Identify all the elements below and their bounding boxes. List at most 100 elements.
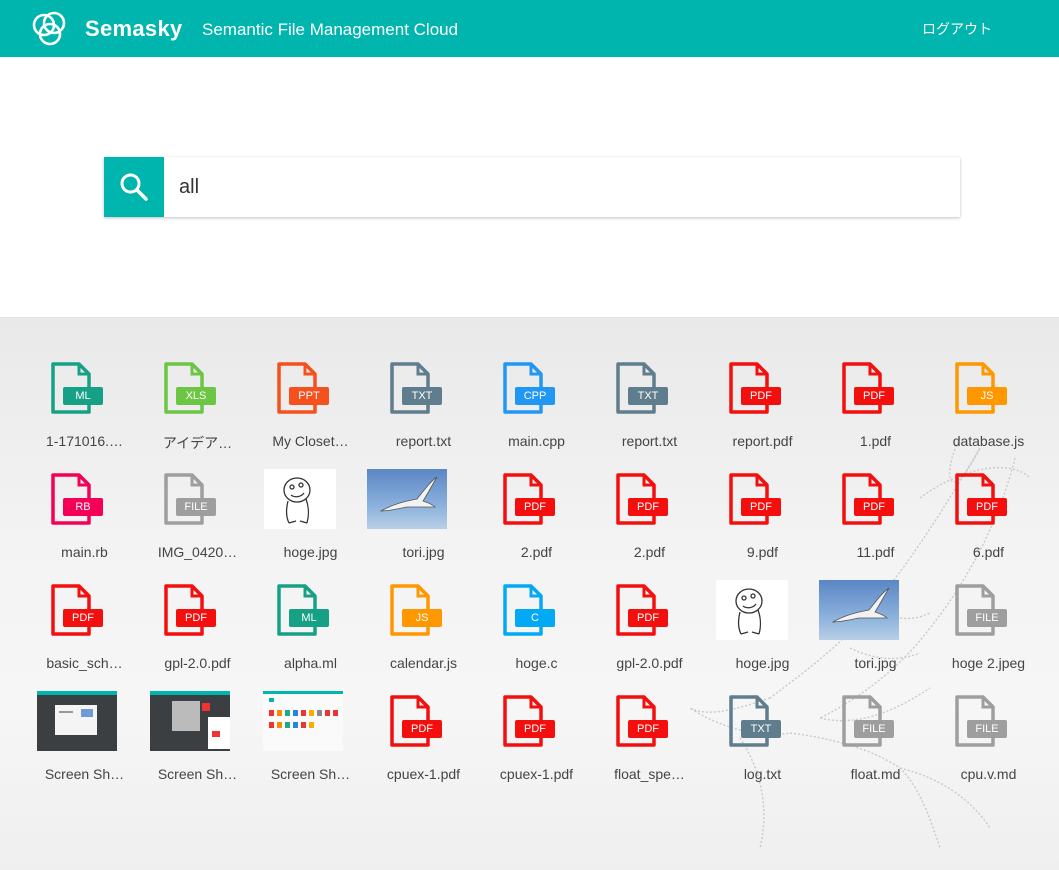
- file-icon: FILE: [932, 580, 1045, 652]
- file-item[interactable]: PDF gpl-2.0.pdf: [141, 580, 254, 691]
- file-type-badge: PDF: [741, 387, 781, 405]
- file-name: 1-171016.…: [45, 433, 124, 449]
- file-item[interactable]: CPP main.cpp: [480, 358, 593, 469]
- file-item[interactable]: PDF report.pdf: [706, 358, 819, 469]
- file-type-badge: PDF: [628, 720, 668, 738]
- file-type-badge: PDF: [63, 609, 103, 627]
- file-item[interactable]: PDF basic_sch…: [28, 580, 141, 691]
- screenshot-thumbnail: [150, 691, 230, 751]
- file-name: cpuex-1.pdf: [386, 766, 461, 782]
- file-item[interactable]: hoge.jpg: [706, 580, 819, 691]
- file-icon: ML: [254, 580, 367, 652]
- file-type-badge: PDF: [176, 609, 216, 627]
- file-item[interactable]: PPT My Closet…: [254, 358, 367, 469]
- file-name: hoge.jpg: [735, 655, 790, 671]
- file-type-badge: PDF: [741, 498, 781, 516]
- file-item[interactable]: JS calendar.js: [367, 580, 480, 691]
- file-type-badge: JS: [967, 387, 1007, 405]
- file-type-badge: CPP: [515, 387, 555, 405]
- file-name: Screen Sh…: [44, 766, 125, 782]
- file-name: 2.pdf: [633, 544, 666, 560]
- file-name: 1.pdf: [859, 433, 892, 449]
- file-item[interactable]: PDF float_spe…: [593, 691, 706, 802]
- file-type-badge: TXT: [741, 720, 781, 738]
- file-item[interactable]: hoge.jpg: [254, 469, 367, 580]
- file-grid: ML 1-171016.… XLS アイデア… PPT My Closet… TXT repo…: [28, 358, 1045, 802]
- file-item[interactable]: TXT report.txt: [593, 358, 706, 469]
- file-item[interactable]: JS database.js: [932, 358, 1045, 469]
- file-type-badge: PPT: [289, 387, 329, 405]
- file-item[interactable]: ML 1-171016.…: [28, 358, 141, 469]
- file-icon: PDF: [819, 358, 932, 430]
- file-type-badge: PDF: [515, 498, 555, 516]
- file-icon: XLS: [141, 358, 254, 430]
- file-name: report.pdf: [732, 433, 793, 449]
- file-item[interactable]: Screen Sh…: [254, 691, 367, 802]
- file-browser-area: ML 1-171016.… XLS アイデア… PPT My Closet… TXT repo…: [0, 318, 1059, 870]
- file-item[interactable]: PDF gpl-2.0.pdf: [593, 580, 706, 691]
- file-icon: ML: [28, 358, 141, 430]
- file-icon: C: [480, 580, 593, 652]
- file-item[interactable]: ML alpha.ml: [254, 580, 367, 691]
- file-item[interactable]: RB main.rb: [28, 469, 141, 580]
- file-type-badge: PDF: [628, 498, 668, 516]
- file-type-badge: TXT: [628, 387, 668, 405]
- file-item[interactable]: tori.jpg: [819, 580, 932, 691]
- file-icon: PDF: [593, 469, 706, 541]
- file-item[interactable]: PDF 2.pdf: [593, 469, 706, 580]
- file-name: Screen Sh…: [270, 766, 351, 782]
- file-type-badge: PDF: [402, 720, 442, 738]
- file-item[interactable]: PDF 2.pdf: [480, 469, 593, 580]
- file-name: database.js: [952, 433, 1025, 449]
- file-icon: TXT: [706, 691, 819, 763]
- file-item[interactable]: TXT log.txt: [706, 691, 819, 802]
- file-item[interactable]: PDF cpuex-1.pdf: [367, 691, 480, 802]
- file-item[interactable]: Screen Sh…: [141, 691, 254, 802]
- file-name: main.rb: [61, 544, 108, 560]
- file-icon: PPT: [254, 358, 367, 430]
- file-icon: PDF: [819, 469, 932, 541]
- file-icon: PDF: [932, 469, 1045, 541]
- file-item[interactable]: FILE hoge 2.jpeg: [932, 580, 1045, 691]
- brand-name[interactable]: Semasky: [85, 16, 183, 42]
- file-item[interactable]: FILE IMG_0420…: [141, 469, 254, 580]
- file-name: report.txt: [621, 433, 678, 449]
- file-type-badge: FILE: [967, 720, 1007, 738]
- image-thumbnail-doodle: [716, 580, 788, 640]
- file-icon: PDF: [367, 691, 480, 763]
- file-name: gpl-2.0.pdf: [164, 655, 231, 671]
- file-item[interactable]: Choge.c: [480, 580, 593, 691]
- file-name: IMG_0420…: [157, 544, 238, 560]
- image-thumbnail-bird: [819, 580, 899, 640]
- file-name: gpl-2.0.pdf: [616, 655, 683, 671]
- file-name: report.txt: [395, 433, 452, 449]
- file-type-badge: PDF: [854, 498, 894, 516]
- file-item[interactable]: tori.jpg: [367, 469, 480, 580]
- screenshot-thumbnail: [37, 691, 117, 751]
- file-type-badge: RB: [63, 498, 103, 516]
- file-item[interactable]: PDF cpuex-1.pdf: [480, 691, 593, 802]
- file-item[interactable]: TXT report.txt: [367, 358, 480, 469]
- file-item[interactable]: PDF 1.pdf: [819, 358, 932, 469]
- file-item[interactable]: Screen Sh…: [28, 691, 141, 802]
- file-icon: CPP: [480, 358, 593, 430]
- file-name: tori.jpg: [854, 655, 897, 671]
- logout-link[interactable]: ログアウト: [922, 19, 992, 39]
- file-item[interactable]: FILE cpu.v.md: [932, 691, 1045, 802]
- image-thumbnail-bird: [367, 469, 447, 529]
- search-button[interactable]: [104, 157, 164, 217]
- file-type-badge: PDF: [515, 720, 555, 738]
- file-name: log.txt: [743, 766, 782, 782]
- file-type-badge: C: [515, 609, 555, 627]
- search-section: [0, 57, 1059, 318]
- file-item[interactable]: PDF 9.pdf: [706, 469, 819, 580]
- file-name: 2.pdf: [520, 544, 553, 560]
- search-input[interactable]: [164, 157, 960, 217]
- file-name: My Closet…: [272, 433, 349, 449]
- semasky-logo-icon: [32, 11, 66, 46]
- file-item[interactable]: FILE float.md: [819, 691, 932, 802]
- file-item[interactable]: XLS アイデア…: [141, 358, 254, 469]
- file-item[interactable]: PDF 6.pdf: [932, 469, 1045, 580]
- file-item[interactable]: PDF 11.pdf: [819, 469, 932, 580]
- file-type-badge: JS: [402, 609, 442, 627]
